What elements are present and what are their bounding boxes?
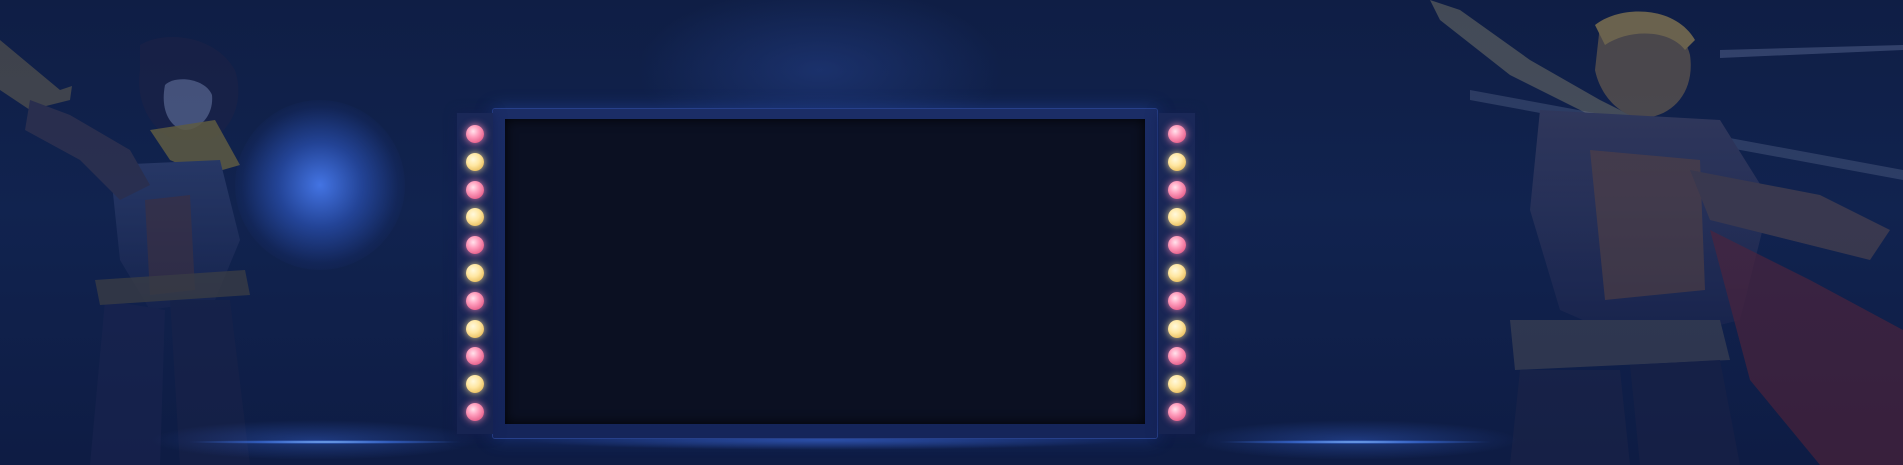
right-light-strip <box>1159 113 1195 434</box>
left-marquee-bulb-yellow <box>466 319 484 338</box>
right-marquee-bulb-yellow <box>1168 208 1186 227</box>
right-marquee-bulb-yellow <box>1168 319 1186 338</box>
display-screen <box>505 119 1145 424</box>
right-marquee-bulb-pink <box>1168 125 1186 143</box>
left-marquee-bulb-pink <box>466 347 484 366</box>
game-background-scene <box>0 0 1903 465</box>
left-marquee-bulb-pink <box>466 291 484 310</box>
left-marquee-bulb-pink <box>466 403 484 421</box>
right-character-illustration <box>1430 0 1903 465</box>
right-marquee-bulb-pink <box>1168 236 1186 255</box>
left-marquee-bulb-yellow <box>466 208 484 227</box>
right-marquee-bulb-pink <box>1168 291 1186 310</box>
display-frame <box>493 109 1157 438</box>
blue-glow-orb <box>235 100 405 270</box>
right-marquee-bulb-pink <box>1168 403 1186 421</box>
right-marquee-bulb-yellow <box>1168 375 1186 394</box>
right-marquee-bulb-yellow <box>1168 264 1186 282</box>
left-marquee-bulb-pink <box>466 180 484 199</box>
right-floor-light-line <box>1220 440 1490 444</box>
left-marquee-bulb-pink <box>466 236 484 255</box>
left-floor-light-line <box>190 440 460 444</box>
right-marquee-bulb-pink <box>1168 180 1186 199</box>
right-marquee-bulb-pink <box>1168 347 1186 366</box>
left-marquee-bulb-yellow <box>466 264 484 282</box>
left-light-strip <box>457 113 493 434</box>
left-marquee-bulb-pink <box>466 125 484 143</box>
left-marquee-bulb-yellow <box>466 375 484 394</box>
right-marquee-bulb-yellow <box>1168 152 1186 171</box>
left-marquee-bulb-yellow <box>466 152 484 171</box>
